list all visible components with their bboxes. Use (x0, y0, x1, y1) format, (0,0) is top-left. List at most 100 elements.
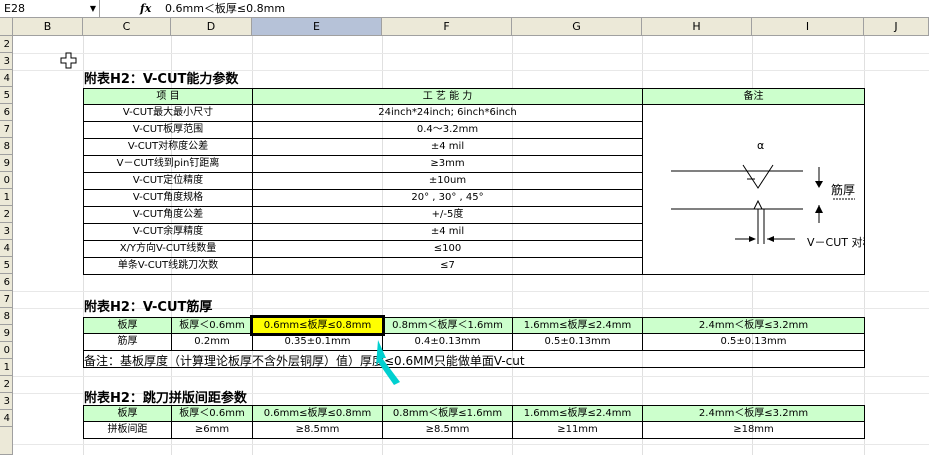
header-item[interactable]: 项 目 (83, 88, 253, 105)
spacing-value-cell[interactable]: ≥11mm (512, 421, 643, 439)
row-header[interactable]: 3 (0, 393, 13, 410)
spacing-value-cell[interactable]: ≥6mm (171, 421, 253, 439)
row-header[interactable]: 6 (0, 104, 13, 121)
column-header-j[interactable]: J (864, 18, 929, 36)
param-label[interactable]: V-CUT角度规格 (83, 189, 253, 207)
name-box-dropdown-icon[interactable]: ▼ (86, 0, 100, 17)
row-header[interactable]: 8 (0, 138, 13, 155)
web-header-cell[interactable]: 0.8mm＜板厚＜1.6mm (382, 317, 513, 334)
column-header-d[interactable]: D (171, 18, 252, 36)
spacing-value-cell[interactable]: ≥8.5mm (382, 421, 513, 439)
row-header[interactable]: 6 (0, 274, 13, 291)
row-header[interactable]: 7 (0, 121, 13, 138)
section-title-skip-spacing: 附表H2：跳刀拼版间距参数 (84, 391, 247, 406)
symmetry-label: V－CUT 对称度 (807, 235, 864, 249)
section-title-vcut-capability: 附表H2：V-CUT能力参数 (84, 72, 239, 87)
web-value-cell[interactable]: 筋厚 (83, 333, 172, 351)
param-label[interactable]: V-CUT板厚范围 (83, 121, 253, 139)
param-value[interactable]: ±4 mil (252, 138, 643, 156)
web-header-cell[interactable]: 1.6mm≤板厚≤2.4mm (512, 317, 643, 334)
web-header-cell[interactable]: 2.4mm＜板厚≤3.2mm (642, 317, 865, 334)
param-value[interactable]: ≥3mm (252, 155, 643, 173)
row-header[interactable]: 9 (0, 325, 13, 342)
selected-cell[interactable]: 0.6mm≤板厚≤0.8mm (250, 315, 385, 336)
thickness-label: 筋厚 (831, 182, 855, 197)
spacing-header-cell[interactable]: 2.4mm＜板厚≤3.2mm (642, 405, 865, 422)
spacing-value-cell[interactable]: 拼板间距 (83, 421, 172, 439)
row-header[interactable]: 4 (0, 70, 13, 87)
spacing-header-cell[interactable]: 0.8mm＜板厚≤1.6mm (382, 405, 513, 422)
spacing-header-cell[interactable]: 板厚 (83, 405, 172, 422)
formula-input[interactable]: 0.6mm＜板厚≤0.8mm (165, 0, 285, 17)
section-title-vcut-web: 附表H2：V-CUT筋厚 (84, 300, 213, 315)
gridline (13, 376, 929, 377)
spacing-value-cell[interactable]: ≥8.5mm (252, 421, 383, 439)
param-label[interactable]: V-CUT对称度公差 (83, 138, 253, 156)
spacing-header-cell[interactable]: 1.6mm≤板厚≤2.4mm (512, 405, 643, 422)
note-cell[interactable]: 备注：基板厚度（计算理论板厚不含外层铜厚）值）厚度≤0.6MM只能做单面V-cu… (83, 350, 865, 368)
row-header[interactable]: 3 (0, 223, 13, 240)
param-value[interactable]: ±4 mil (252, 223, 643, 241)
formula-bar: E28 ▼ fx 0.6mm＜板厚≤0.8mm (0, 0, 929, 18)
row-header[interactable]: 5 (0, 257, 13, 274)
param-label[interactable]: V-CUT角度公差 (83, 206, 253, 224)
column-header-c[interactable]: C (83, 18, 171, 36)
row-header[interactable]: 1 (0, 359, 13, 376)
param-label[interactable]: X/Y方向V-CUT线数量 (83, 240, 253, 258)
column-header-f[interactable]: F (382, 18, 512, 36)
row-header[interactable]: 9 (0, 155, 13, 172)
spacing-header-cell[interactable]: 0.6mm≤板厚≤0.8mm (252, 405, 383, 422)
alpha-label: α (757, 139, 764, 152)
param-value[interactable]: ≤7 (252, 257, 643, 275)
row-header[interactable]: 4 (0, 240, 13, 257)
header-remark[interactable]: 备注 (642, 88, 865, 105)
param-value[interactable]: +/-5度 (252, 206, 643, 224)
column-header-h[interactable]: H (642, 18, 752, 36)
row-header[interactable]: 2 (0, 376, 13, 393)
row-header[interactable]: 3 (0, 53, 13, 70)
web-value-cell[interactable]: 0.35±0.1mm (252, 333, 383, 351)
vcut-diagram: α 筋厚 V－CUT 对称度 (671, 139, 884, 249)
web-header-cell[interactable]: 板厚 (83, 317, 172, 334)
param-value[interactable]: 0.4～3.2mm (252, 121, 643, 139)
note-text: 备注：基板厚度（计算理论板厚不含外层铜厚）值）厚度≤0.6MM只能做单面V-cu… (84, 354, 525, 368)
row-header[interactable]: 7 (0, 291, 13, 308)
param-value[interactable]: ≤100 (252, 240, 643, 258)
spacing-header-cell[interactable]: 板厚＜0.6mm (171, 405, 253, 422)
select-all-corner[interactable] (0, 18, 13, 36)
column-header-g[interactable]: G (512, 18, 642, 36)
param-label[interactable]: 单条V-CUT线跳刀次数 (83, 257, 253, 275)
row-header[interactable]: 1 (0, 189, 13, 206)
row-header[interactable]: 2 (0, 206, 13, 223)
remark-diagram-cell: α 筋厚 V－CUT 对称度 (642, 104, 884, 275)
web-value-cell[interactable]: 0.5±0.13mm (512, 333, 643, 351)
param-label[interactable]: V-CUT余厚精度 (83, 223, 253, 241)
column-header-i[interactable]: I (752, 18, 864, 36)
pointer-cursor-icon (376, 340, 400, 385)
column-header-e[interactable]: E (252, 18, 382, 36)
row-header[interactable]: 5 (0, 87, 13, 104)
column-header-b[interactable]: B (13, 18, 83, 36)
spacing-value-cell[interactable]: ≥18mm (642, 421, 865, 439)
function-icon[interactable]: fx (140, 0, 160, 17)
web-header-cell[interactable]: 板厚＜0.6mm (171, 317, 253, 334)
row-header[interactable]: 0 (0, 172, 13, 189)
param-label[interactable]: V－CUT线到pin钉距离 (83, 155, 253, 173)
gridline (13, 53, 929, 54)
param-label[interactable]: V-CUT定位精度 (83, 172, 253, 190)
web-value-cell[interactable]: 0.5±0.13mm (642, 333, 865, 351)
row-header[interactable]: 4 (0, 410, 13, 427)
header-capability[interactable]: 工 艺 能 力 (252, 88, 643, 105)
name-box[interactable]: E28 (0, 0, 100, 17)
param-value[interactable]: 24inch*24inch; 6inch*6inch (252, 104, 643, 122)
param-value[interactable]: ±10um (252, 172, 643, 190)
crosshair-cursor-icon (60, 52, 77, 69)
row-header[interactable]: 0 (0, 342, 13, 359)
param-value[interactable]: 20° , 30° , 45° (252, 189, 643, 207)
row-header[interactable]: 8 (0, 308, 13, 325)
gridline (13, 291, 929, 292)
web-value-cell[interactable]: 0.2mm (171, 333, 253, 351)
row-header[interactable]: 2 (0, 36, 13, 53)
param-label[interactable]: V-CUT最大最小尺寸 (83, 104, 253, 122)
row-header[interactable] (0, 427, 13, 455)
